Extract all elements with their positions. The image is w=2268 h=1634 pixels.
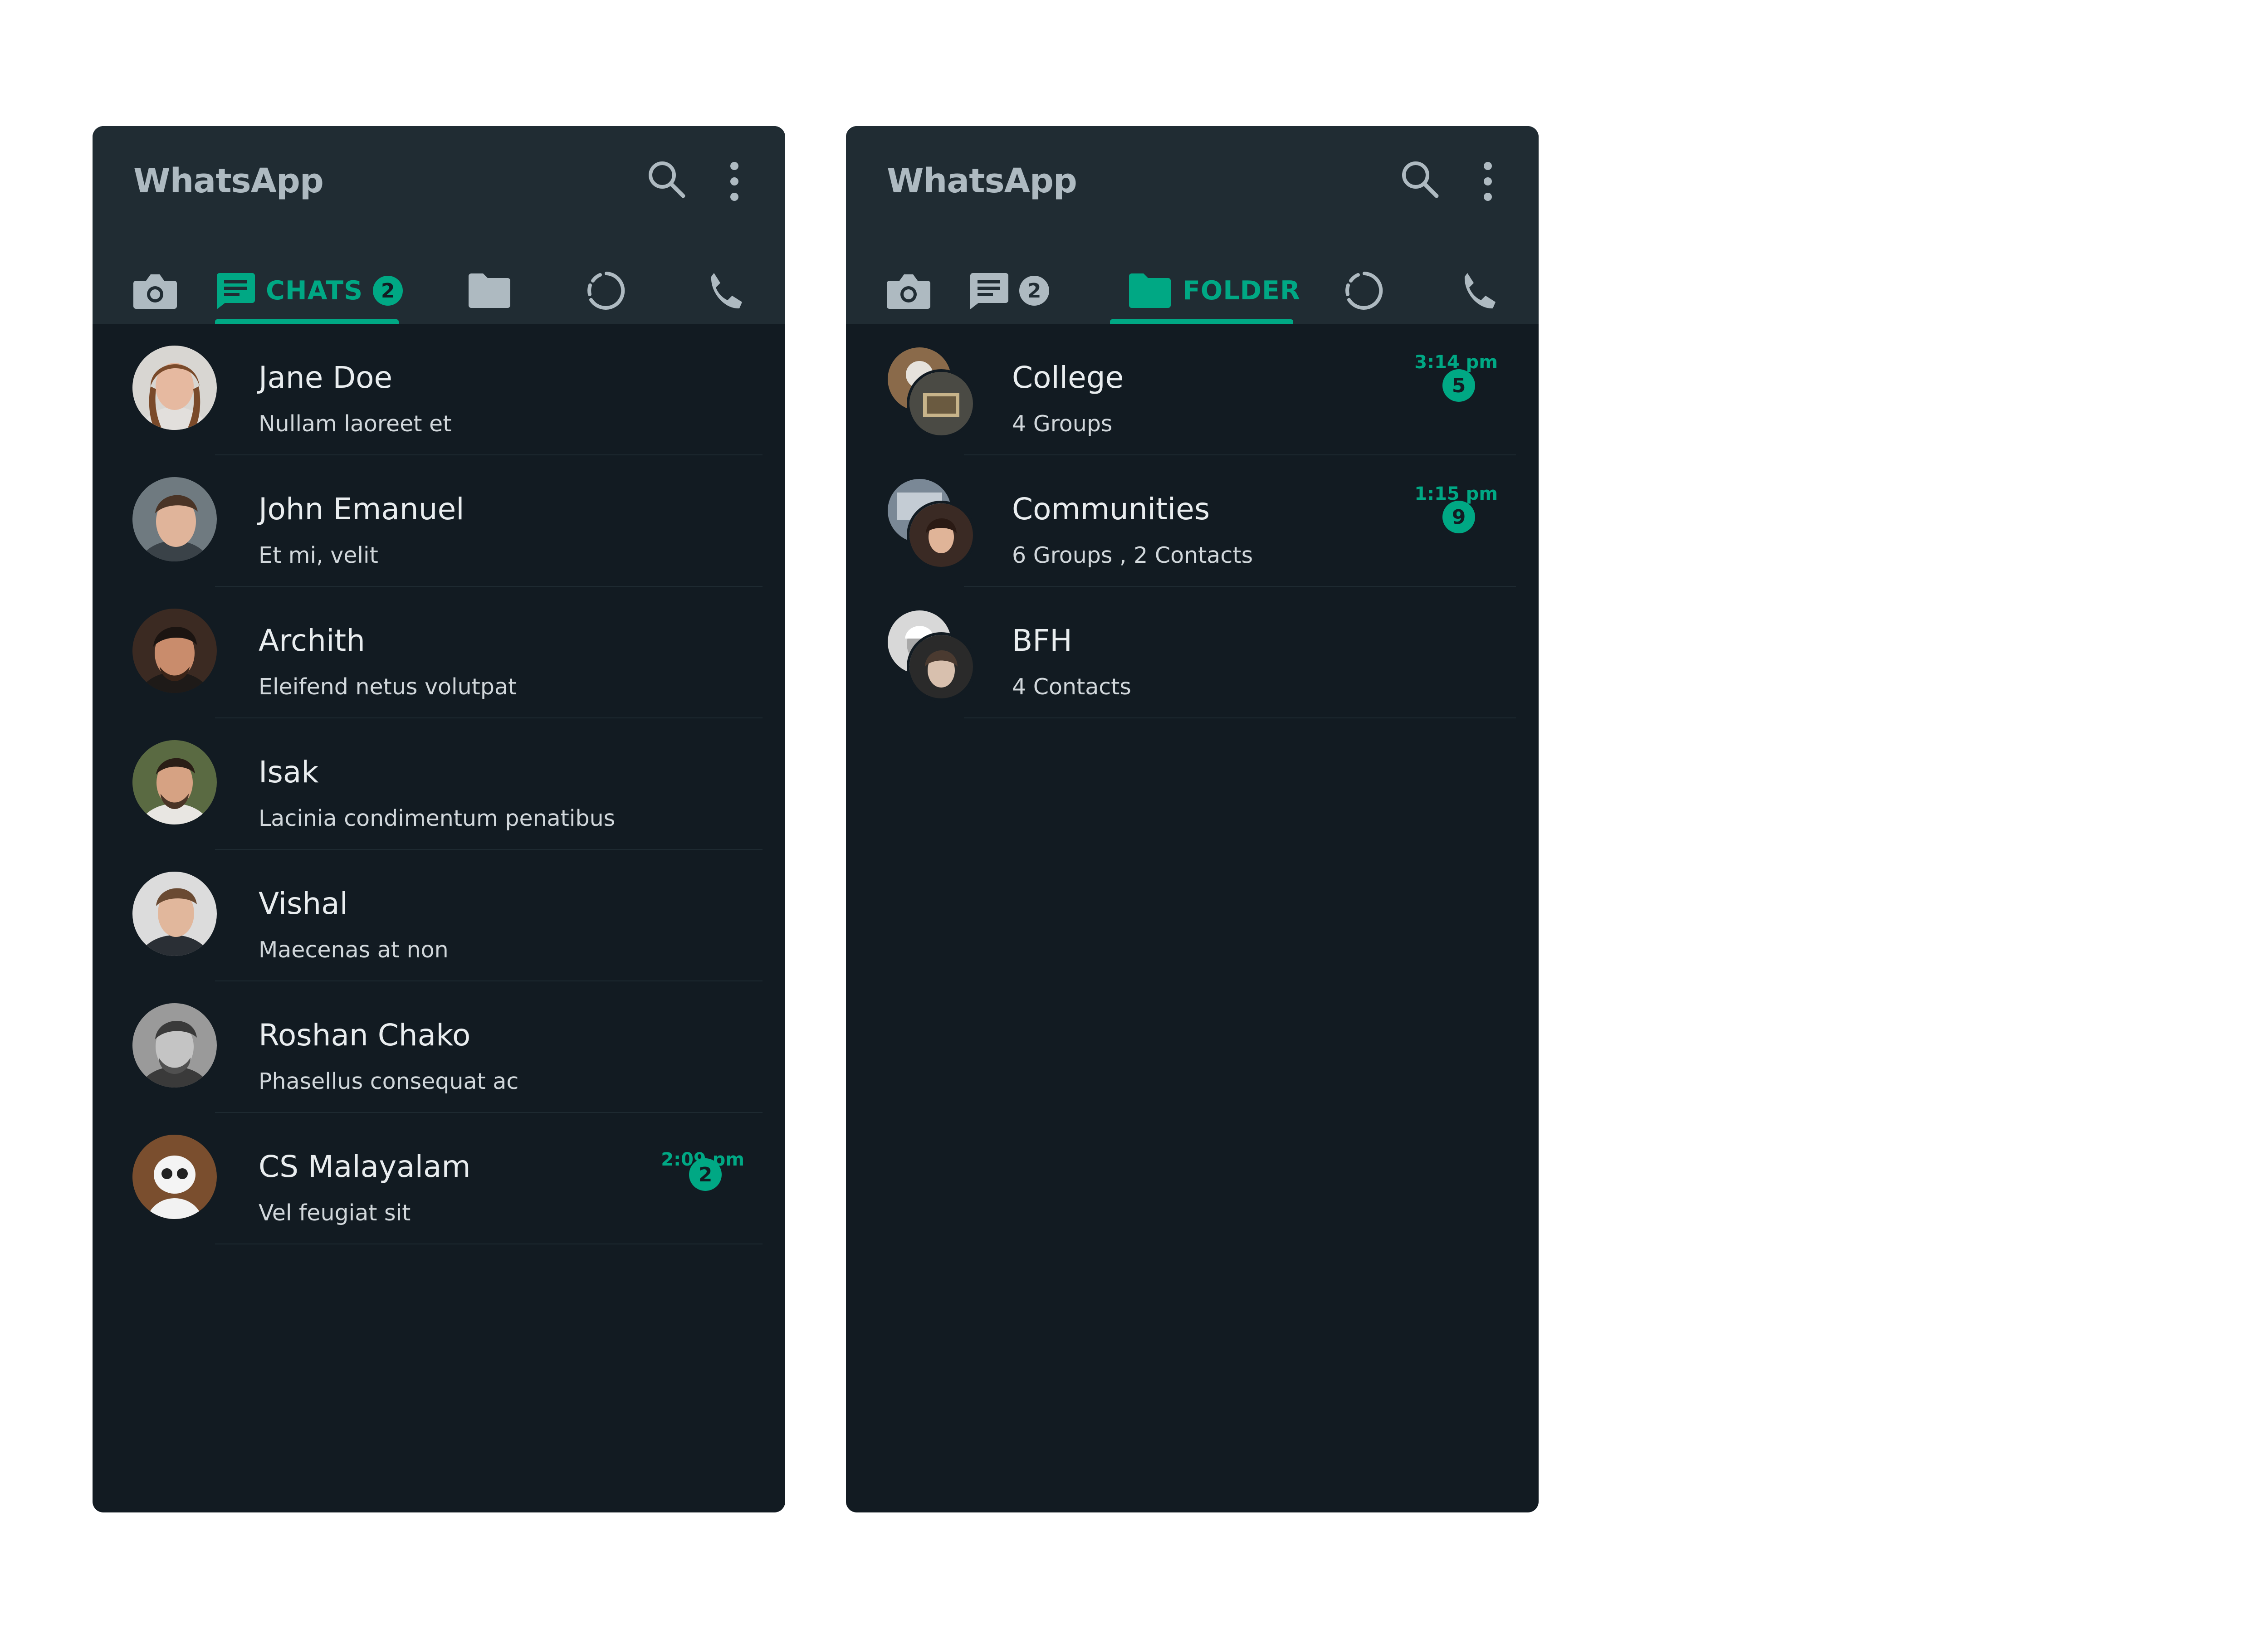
chat-row[interactable]: Isak Lacinia condimentum penatibus xyxy=(93,718,785,850)
tab-chats-label: CHATS xyxy=(266,276,363,306)
avatar xyxy=(907,501,976,570)
chat-name: John Emanuel xyxy=(259,492,464,527)
unread-badge: 5 xyxy=(1442,369,1475,402)
tab-camera[interactable] xyxy=(886,258,931,324)
avatar xyxy=(132,1003,217,1088)
folder-list: College 4 Groups 3:14 pm 5 Communities 6… xyxy=(846,324,1539,718)
avatar xyxy=(907,369,976,438)
tab-calls[interactable] xyxy=(705,258,743,324)
more-vert-icon[interactable] xyxy=(1479,159,1497,204)
avatar xyxy=(132,1135,217,1219)
folder-detail: 4 Contacts xyxy=(1012,674,1131,700)
chat-list: Jane Doe Nullam laoreet et John Emanuel … xyxy=(93,324,785,1244)
divider xyxy=(964,717,1516,718)
app-header: WhatsApp xyxy=(93,126,785,324)
avatar xyxy=(132,740,217,824)
app-header: WhatsApp xyxy=(846,126,1539,324)
group-avatar xyxy=(886,346,977,438)
avatar xyxy=(132,346,217,430)
tab-chats[interactable]: 2 xyxy=(968,258,1049,324)
chat-row[interactable]: John Emanuel Et mi, velit xyxy=(93,455,785,587)
folder-icon xyxy=(469,273,510,308)
chat-row[interactable]: CS Malayalam Vel feugiat sit 2:09 pm 2 xyxy=(93,1113,785,1244)
call-icon xyxy=(1464,273,1496,309)
chat-row[interactable]: Jane Doe Nullam laoreet et xyxy=(93,324,785,455)
tab-chats-badge: 2 xyxy=(373,276,403,306)
tab-folder[interactable] xyxy=(467,258,512,324)
more-vert-icon[interactable] xyxy=(725,159,743,204)
app-title: WhatsApp xyxy=(133,161,324,200)
folder-name: Communities xyxy=(1012,492,1210,527)
folder-name: College xyxy=(1012,360,1124,395)
folder-detail: 6 Groups , 2 Contacts xyxy=(1012,542,1253,568)
folder-row[interactable]: BFH 4 Contacts xyxy=(846,587,1539,718)
tab-bar: 2 FOLDER xyxy=(846,258,1539,324)
chat-row[interactable]: Archith Eleifend netus volutpat xyxy=(93,587,785,718)
tab-calls[interactable] xyxy=(1458,258,1496,324)
chat-preview: Maecenas at non xyxy=(259,937,449,963)
active-tab-indicator xyxy=(215,319,399,324)
search-icon[interactable] xyxy=(646,159,687,200)
chat-preview: Phasellus consequat ac xyxy=(259,1068,519,1094)
active-tab-indicator xyxy=(1110,319,1293,324)
status-icon xyxy=(1345,272,1383,310)
chat-name: Roshan Chako xyxy=(259,1018,471,1053)
avatar xyxy=(132,872,217,956)
chat-preview: Nullam laoreet et xyxy=(259,411,452,437)
folder-name: BFH xyxy=(1012,623,1072,658)
chat-name: Isak xyxy=(259,755,319,790)
call-icon xyxy=(711,273,742,309)
folder-row[interactable]: Communities 6 Groups , 2 Contacts 1:15 p… xyxy=(846,455,1539,587)
camera-icon xyxy=(133,274,177,309)
folder-icon xyxy=(1129,273,1171,308)
group-avatar xyxy=(886,609,977,701)
tab-folder-label: FOLDER xyxy=(1183,276,1300,306)
tab-bar: CHATS 2 xyxy=(93,258,785,324)
chat-preview: Lacinia condimentum penatibus xyxy=(259,805,616,831)
avatar xyxy=(907,632,976,701)
folder-row[interactable]: College 4 Groups 3:14 pm 5 xyxy=(846,324,1539,455)
avatar xyxy=(132,609,217,693)
chats-screen: WhatsApp CHATS 2 Jane Doe Nullam laoreet… xyxy=(93,126,785,1512)
folder-detail: 4 Groups xyxy=(1012,411,1113,437)
tab-camera[interactable] xyxy=(132,258,178,324)
unread-badge: 2 xyxy=(689,1158,722,1191)
chat-icon xyxy=(970,273,1008,309)
group-avatar xyxy=(886,477,977,570)
chat-name: Vishal xyxy=(259,886,348,921)
camera-icon xyxy=(887,274,930,309)
app-title: WhatsApp xyxy=(887,161,1077,200)
chat-preview: Vel feugiat sit xyxy=(259,1200,411,1226)
chat-row[interactable]: Vishal Maecenas at non xyxy=(93,850,785,981)
chat-name: Archith xyxy=(259,623,365,658)
unread-badge: 9 xyxy=(1442,501,1475,533)
chat-preview: Et mi, velit xyxy=(259,542,378,568)
chat-row[interactable]: Roshan Chako Phasellus consequat ac xyxy=(93,981,785,1113)
avatar xyxy=(132,477,217,561)
search-icon[interactable] xyxy=(1399,159,1440,200)
chat-name: Jane Doe xyxy=(259,360,393,395)
status-icon xyxy=(587,272,625,310)
tab-folder[interactable]: FOLDER xyxy=(1127,258,1300,324)
tab-status[interactable] xyxy=(1343,258,1386,324)
tab-chats[interactable]: CHATS 2 xyxy=(215,258,403,324)
chat-icon xyxy=(217,273,255,309)
folders-screen: WhatsApp 2 FOLDER College 4 Groups 3:14 … xyxy=(846,126,1539,1512)
chat-name: CS Malayalam xyxy=(259,1149,471,1184)
tab-chats-badge: 2 xyxy=(1019,276,1049,306)
tab-status[interactable] xyxy=(585,258,628,324)
chat-preview: Eleifend netus volutpat xyxy=(259,674,517,700)
